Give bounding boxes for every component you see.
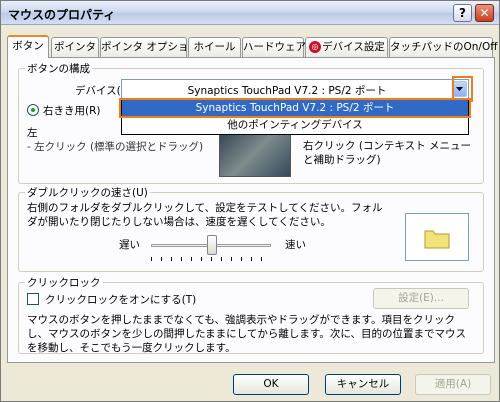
mouse-properties-window: マウスのプロパティ ? ✕ ボタン ポインタ ポインタ オプション ホイール ハ… xyxy=(0,0,500,402)
right-handed-label: 右きき用(R) xyxy=(43,105,101,117)
tab-panel: ボタンの構成 デバイス(V): Synaptics TouchPad V7.2 … xyxy=(7,57,495,363)
tab-device-settings[interactable]: ◎ デバイス設定 xyxy=(305,37,388,57)
double-click-group: ダブルクリックの速さ(U) 右側のフォルダをダブルクリックして、設定をテストして… xyxy=(18,185,484,272)
speed-slider-thumb[interactable] xyxy=(207,235,217,255)
click-lock-legend: クリックロック xyxy=(25,275,103,290)
speed-slider[interactable] xyxy=(151,233,271,261)
click-lock-group: クリックロック クリックロックをオンにする(T) 設定(E)... マウスのボタ… xyxy=(18,275,484,354)
close-button[interactable]: ✕ xyxy=(475,4,494,22)
left-label: 左 xyxy=(27,127,38,139)
title-bar: マウスのプロパティ ? ✕ xyxy=(1,1,499,25)
double-click-legend: ダブルクリックの速さ(U) xyxy=(25,185,150,200)
button-config-legend: ボタンの構成 xyxy=(25,61,92,76)
tab-touchpad-toggle[interactable]: タッチパッドのOn/Off xyxy=(389,37,497,57)
test-folder-box[interactable] xyxy=(405,213,469,261)
double-click-description: 右側のフォルダをダブルクリックして、設定をテストしてください。フォルダが開いたり… xyxy=(27,202,383,228)
button-config-group: ボタンの構成 デバイス(V): Synaptics TouchPad V7.2 … xyxy=(18,61,484,184)
help-button[interactable]: ? xyxy=(453,4,472,22)
device-option-other[interactable]: 他のポインティングデバイス xyxy=(122,117,468,134)
ok-button[interactable]: OK xyxy=(233,374,309,395)
folder-icon xyxy=(424,230,450,249)
apply-button[interactable]: 適用(A) xyxy=(415,374,491,395)
tab-pointer-options[interactable]: ポインタ オプション xyxy=(100,37,199,57)
tab-wheel[interactable]: ホイール xyxy=(188,37,241,57)
synaptics-icon: ◎ xyxy=(309,41,321,53)
tab-device-settings-label: デバイス設定 xyxy=(322,41,385,53)
right-handed-radio[interactable] xyxy=(27,104,39,116)
device-combobox-value: Synaptics TouchPad V7.2 : PS/2 ポート xyxy=(187,85,387,97)
device-combobox[interactable]: Synaptics TouchPad V7.2 : PS/2 ポート xyxy=(121,79,469,99)
cancel-button[interactable]: キャンセル xyxy=(325,374,401,395)
left-click-text: - 左クリック (標準の選択とドラッグ) xyxy=(27,141,204,153)
click-lock-description: マウスのボタンを押したままでなくても、強調表示やドラッグができます。項目をクリッ… xyxy=(27,314,467,354)
window-title: マウスのプロパティ xyxy=(8,8,116,22)
slow-label: 遅い xyxy=(119,239,140,251)
click-lock-checkbox[interactable] xyxy=(27,293,39,305)
click-lock-settings-button[interactable]: 設定(E)... xyxy=(373,288,469,309)
fast-label: 速い xyxy=(285,239,306,251)
tab-hardware[interactable]: ハードウェア xyxy=(242,37,306,57)
tab-buttons[interactable]: ボタン xyxy=(7,35,49,58)
option-highlight xyxy=(119,98,471,118)
click-lock-checkbox-label: クリックロックをオンにする(T) xyxy=(45,294,197,306)
tab-pointers[interactable]: ポインタ xyxy=(51,37,99,57)
right-click-text: 右クリック (コンテキスト メニューと補助ドラッグ) xyxy=(303,140,471,166)
